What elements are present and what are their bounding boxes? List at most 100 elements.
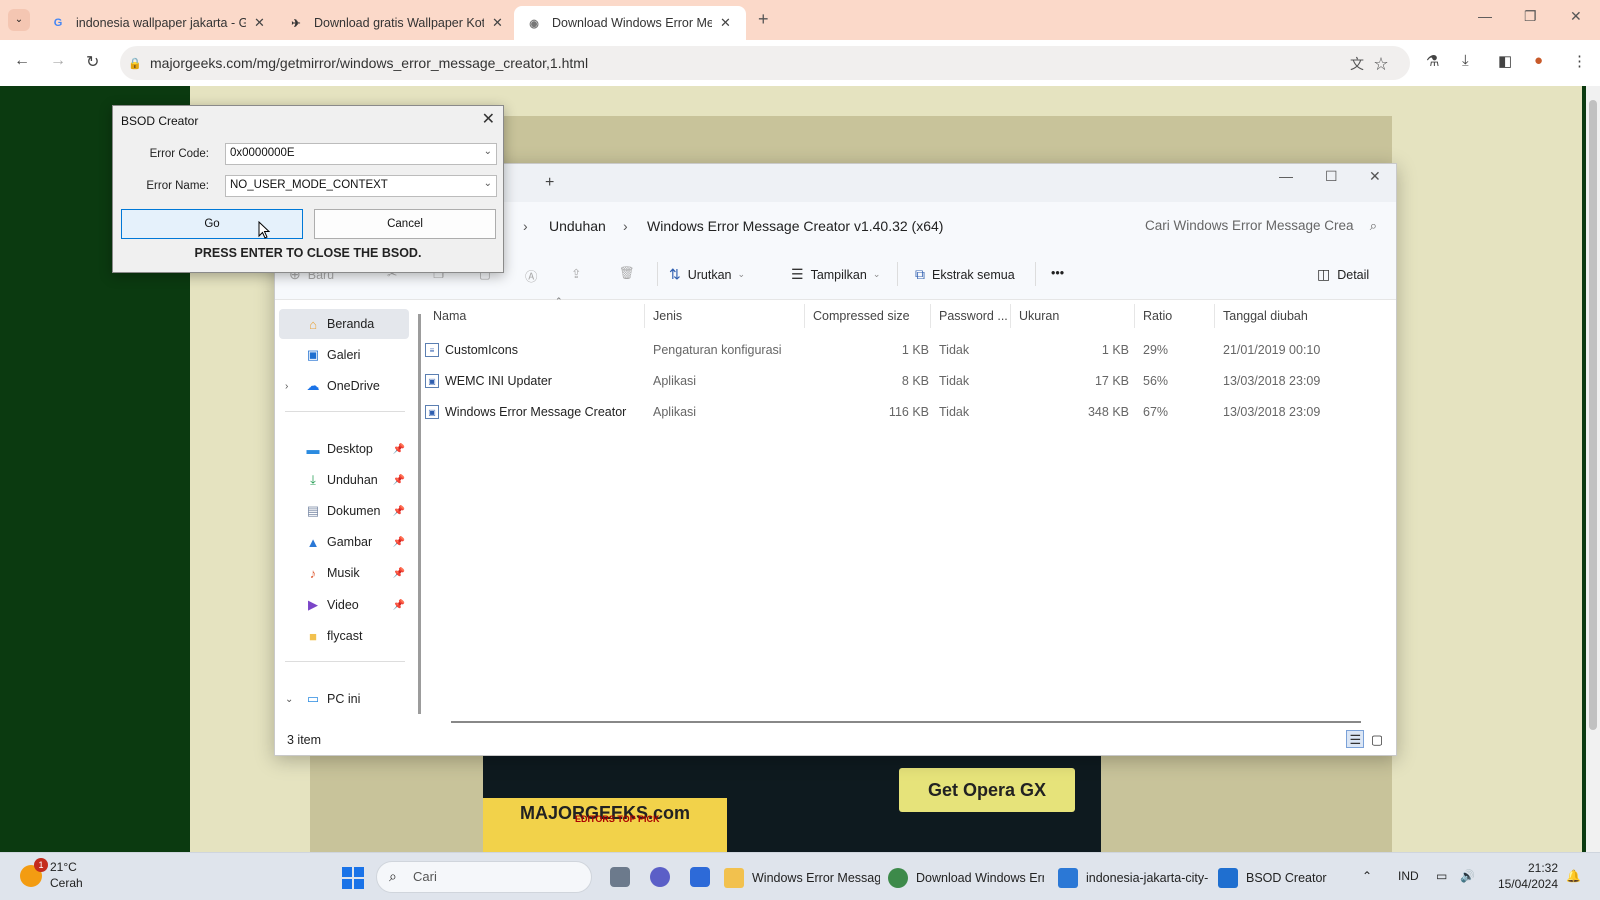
error-code-select[interactable]: 0x0000000E ⌄ — [225, 143, 497, 165]
column-header-password[interactable]: Password ... — [931, 304, 1011, 328]
clock[interactable]: 21:32 15/04/2024 — [1494, 860, 1558, 892]
page-scrollbar[interactable] — [1586, 86, 1600, 852]
view-button[interactable]: ☰ Tampilkan ⌄ — [791, 266, 880, 283]
chevron-right-icon[interactable]: › — [285, 381, 288, 392]
horizontal-scrollbar[interactable] — [451, 721, 1361, 723]
column-header-type[interactable]: Jenis — [645, 304, 805, 328]
music-icon: ♪ — [309, 565, 317, 581]
taskbar-app-photos[interactable]: indonesia-jakarta-city- — [1058, 865, 1214, 891]
sidebar-item-beranda[interactable]: ⌂ Beranda — [279, 309, 409, 339]
table-row[interactable]: ▣ Windows Error Message Creator Aplikasi 11… — [425, 397, 1355, 427]
error-name-label: Error Name: — [146, 180, 209, 192]
taskbar-app-explorer[interactable]: Windows Error Message — [724, 865, 880, 891]
translate-icon[interactable]: 文 — [1350, 56, 1374, 72]
sidebar-item-dokumen[interactable]: ▤ Dokumen 📌 — [279, 496, 409, 526]
taskbar-app-bsod-creator[interactable]: BSOD Creator — [1218, 865, 1327, 891]
profile-avatar-icon[interactable]: ● — [1534, 52, 1543, 69]
advertisement-banner[interactable]: MAJORGEEKS.com EDITORS TOP PICK Get Oper… — [483, 754, 1101, 852]
more-options-button[interactable]: ••• — [1051, 266, 1064, 280]
nav-scrollbar[interactable] — [418, 314, 421, 714]
network-icon[interactable]: ▭ — [1436, 869, 1447, 883]
sidebar-item-unduhan[interactable]: ⤓ Unduhan 📌 — [279, 465, 409, 495]
close-icon[interactable]: ✕ — [482, 109, 495, 129]
minimize-icon[interactable]: — — [1478, 8, 1492, 24]
labs-flask-icon[interactable]: ⚗ — [1426, 52, 1439, 70]
downloads-icon[interactable]: ⤓ — [1462, 52, 1469, 69]
language-indicator[interactable]: IND — [1398, 869, 1419, 883]
menu-kebab-icon[interactable]: ⋮ — [1572, 52, 1587, 70]
sidebar-item-musik[interactable]: ♪ Musik 📌 — [279, 558, 409, 588]
new-tab-icon[interactable]: + — [545, 174, 554, 192]
forward-icon[interactable]: → — [50, 52, 66, 70]
get-opera-gx-button[interactable]: Get Opera GX — [899, 768, 1075, 812]
tiles-view-icon[interactable]: ▢ — [1368, 731, 1386, 749]
browser-tab-1[interactable]: G indonesia wallpaper jakarta - Google ✕ — [38, 6, 277, 40]
pin-icon[interactable]: 📌 — [393, 600, 405, 611]
go-button[interactable]: Go — [121, 209, 303, 239]
taskbar-search[interactable]: ⌕ Cari — [376, 861, 592, 893]
close-tab-icon[interactable]: ✕ — [492, 15, 503, 31]
column-header-date[interactable]: Tanggal diubah — [1215, 304, 1355, 328]
details-pane-button[interactable]: ◫ Detail — [1317, 266, 1369, 283]
cancel-button[interactable]: Cancel — [314, 209, 496, 239]
sidebar-item-galeri[interactable]: ▣ Galeri — [279, 340, 409, 370]
task-view-icon[interactable] — [610, 867, 630, 887]
column-header-compressed[interactable]: Compressed size — [805, 304, 931, 328]
share-icon[interactable]: ⇪ — [571, 266, 581, 281]
details-view-icon[interactable]: ☰ — [1346, 730, 1365, 748]
meet-icon[interactable] — [650, 867, 670, 887]
minimize-icon[interactable]: — — [1279, 168, 1293, 184]
notification-bell-icon[interactable]: 🔔 — [1566, 869, 1581, 883]
pin-icon[interactable]: 📌 — [393, 506, 405, 517]
extract-all-button[interactable]: ⧉ Ekstrak semua — [915, 266, 1015, 283]
bookmark-star-icon[interactable]: ☆ — [1374, 56, 1398, 72]
table-row[interactable]: ▣ WEMC INI Updater Aplikasi 8 KB Tidak 17 KB 5… — [425, 366, 1355, 396]
browser-tab-3[interactable]: ◉ Download Windows Error Message ✕ — [514, 6, 746, 40]
sidebar-item-desktop[interactable]: ▬ Desktop 📌 — [279, 434, 409, 464]
maximize-icon[interactable]: ☐ — [1325, 168, 1338, 185]
sidebar-item-video[interactable]: ▶ Video 📌 — [279, 590, 409, 620]
scrollbar-thumb[interactable] — [1589, 100, 1597, 730]
store-icon[interactable] — [690, 867, 710, 887]
pin-icon[interactable]: 📌 — [393, 475, 405, 486]
restore-icon[interactable]: ❐ — [1524, 8, 1537, 25]
side-panel-icon[interactable]: ◧ — [1498, 52, 1512, 70]
close-window-icon[interactable]: ✕ — [1369, 168, 1381, 185]
explorer-search-input[interactable]: Cari Windows Error Message Crea ⌕ — [1135, 210, 1387, 242]
tab-search-button[interactable]: ⌄ — [8, 9, 30, 31]
column-header-ratio[interactable]: Ratio — [1135, 304, 1215, 328]
taskbar-app-chrome[interactable]: Download Windows Err — [888, 865, 1044, 891]
breadcrumb-item[interactable]: Unduhan — [549, 218, 606, 234]
close-tab-icon[interactable]: ✕ — [720, 15, 731, 31]
file-type: Aplikasi — [653, 374, 697, 388]
sidebar-item-onedrive[interactable]: › ☁ OneDrive — [279, 371, 409, 401]
browser-tab-2[interactable]: ✈ Download gratis Wallpaper Kota ✕ — [276, 6, 515, 40]
sidebar-item-gambar[interactable]: ▲ Gambar 📌 — [279, 527, 409, 557]
table-row[interactable]: ≡ CustomIcons Pengaturan konfigurasi 1 KB Ti… — [425, 335, 1355, 365]
start-button[interactable] — [342, 867, 364, 889]
delete-icon[interactable]: 🗑 — [619, 266, 635, 281]
reload-icon[interactable]: ↻ — [86, 52, 99, 72]
volume-icon[interactable]: 🔊 — [1460, 869, 1475, 883]
show-hidden-icons[interactable]: ⌃ — [1362, 869, 1372, 883]
address-bar[interactable]: 🔒 majorgeeks.com/mg/getmirror/windows_er… — [120, 46, 1410, 80]
pin-icon[interactable]: 📌 — [393, 444, 405, 455]
pin-icon[interactable]: 📌 — [393, 537, 405, 548]
file-name: ▣ Windows Error Message Creator — [425, 405, 626, 419]
sidebar-item-flycast[interactable]: ■ flycast — [279, 621, 409, 651]
new-tab-icon[interactable]: + — [758, 9, 769, 30]
weather-widget[interactable]: 1 21°C Cerah — [20, 858, 83, 891]
back-icon[interactable]: ← — [14, 52, 30, 70]
rename-icon[interactable]: Ⓐ — [525, 266, 538, 285]
close-window-icon[interactable]: ✕ — [1570, 8, 1582, 25]
column-header-size[interactable]: Ukuran — [1011, 304, 1135, 328]
close-tab-icon[interactable]: ✕ — [254, 15, 265, 31]
file-ratio: 56% — [1143, 374, 1169, 388]
column-header-name[interactable]: Nama — [425, 304, 645, 328]
sort-button[interactable]: ⇅ Urutkan ⌄ — [669, 266, 745, 283]
error-name-select[interactable]: NO_USER_MODE_CONTEXT ⌄ — [225, 175, 497, 197]
chevron-right-icon[interactable]: ⌄ — [285, 694, 293, 705]
sidebar-item-pc-ini[interactable]: ⌄ ▭ PC ini — [279, 684, 409, 714]
pin-icon[interactable]: 📌 — [393, 568, 405, 579]
breadcrumb-item[interactable]: Windows Error Message Creator v1.40.32 (… — [647, 218, 943, 234]
